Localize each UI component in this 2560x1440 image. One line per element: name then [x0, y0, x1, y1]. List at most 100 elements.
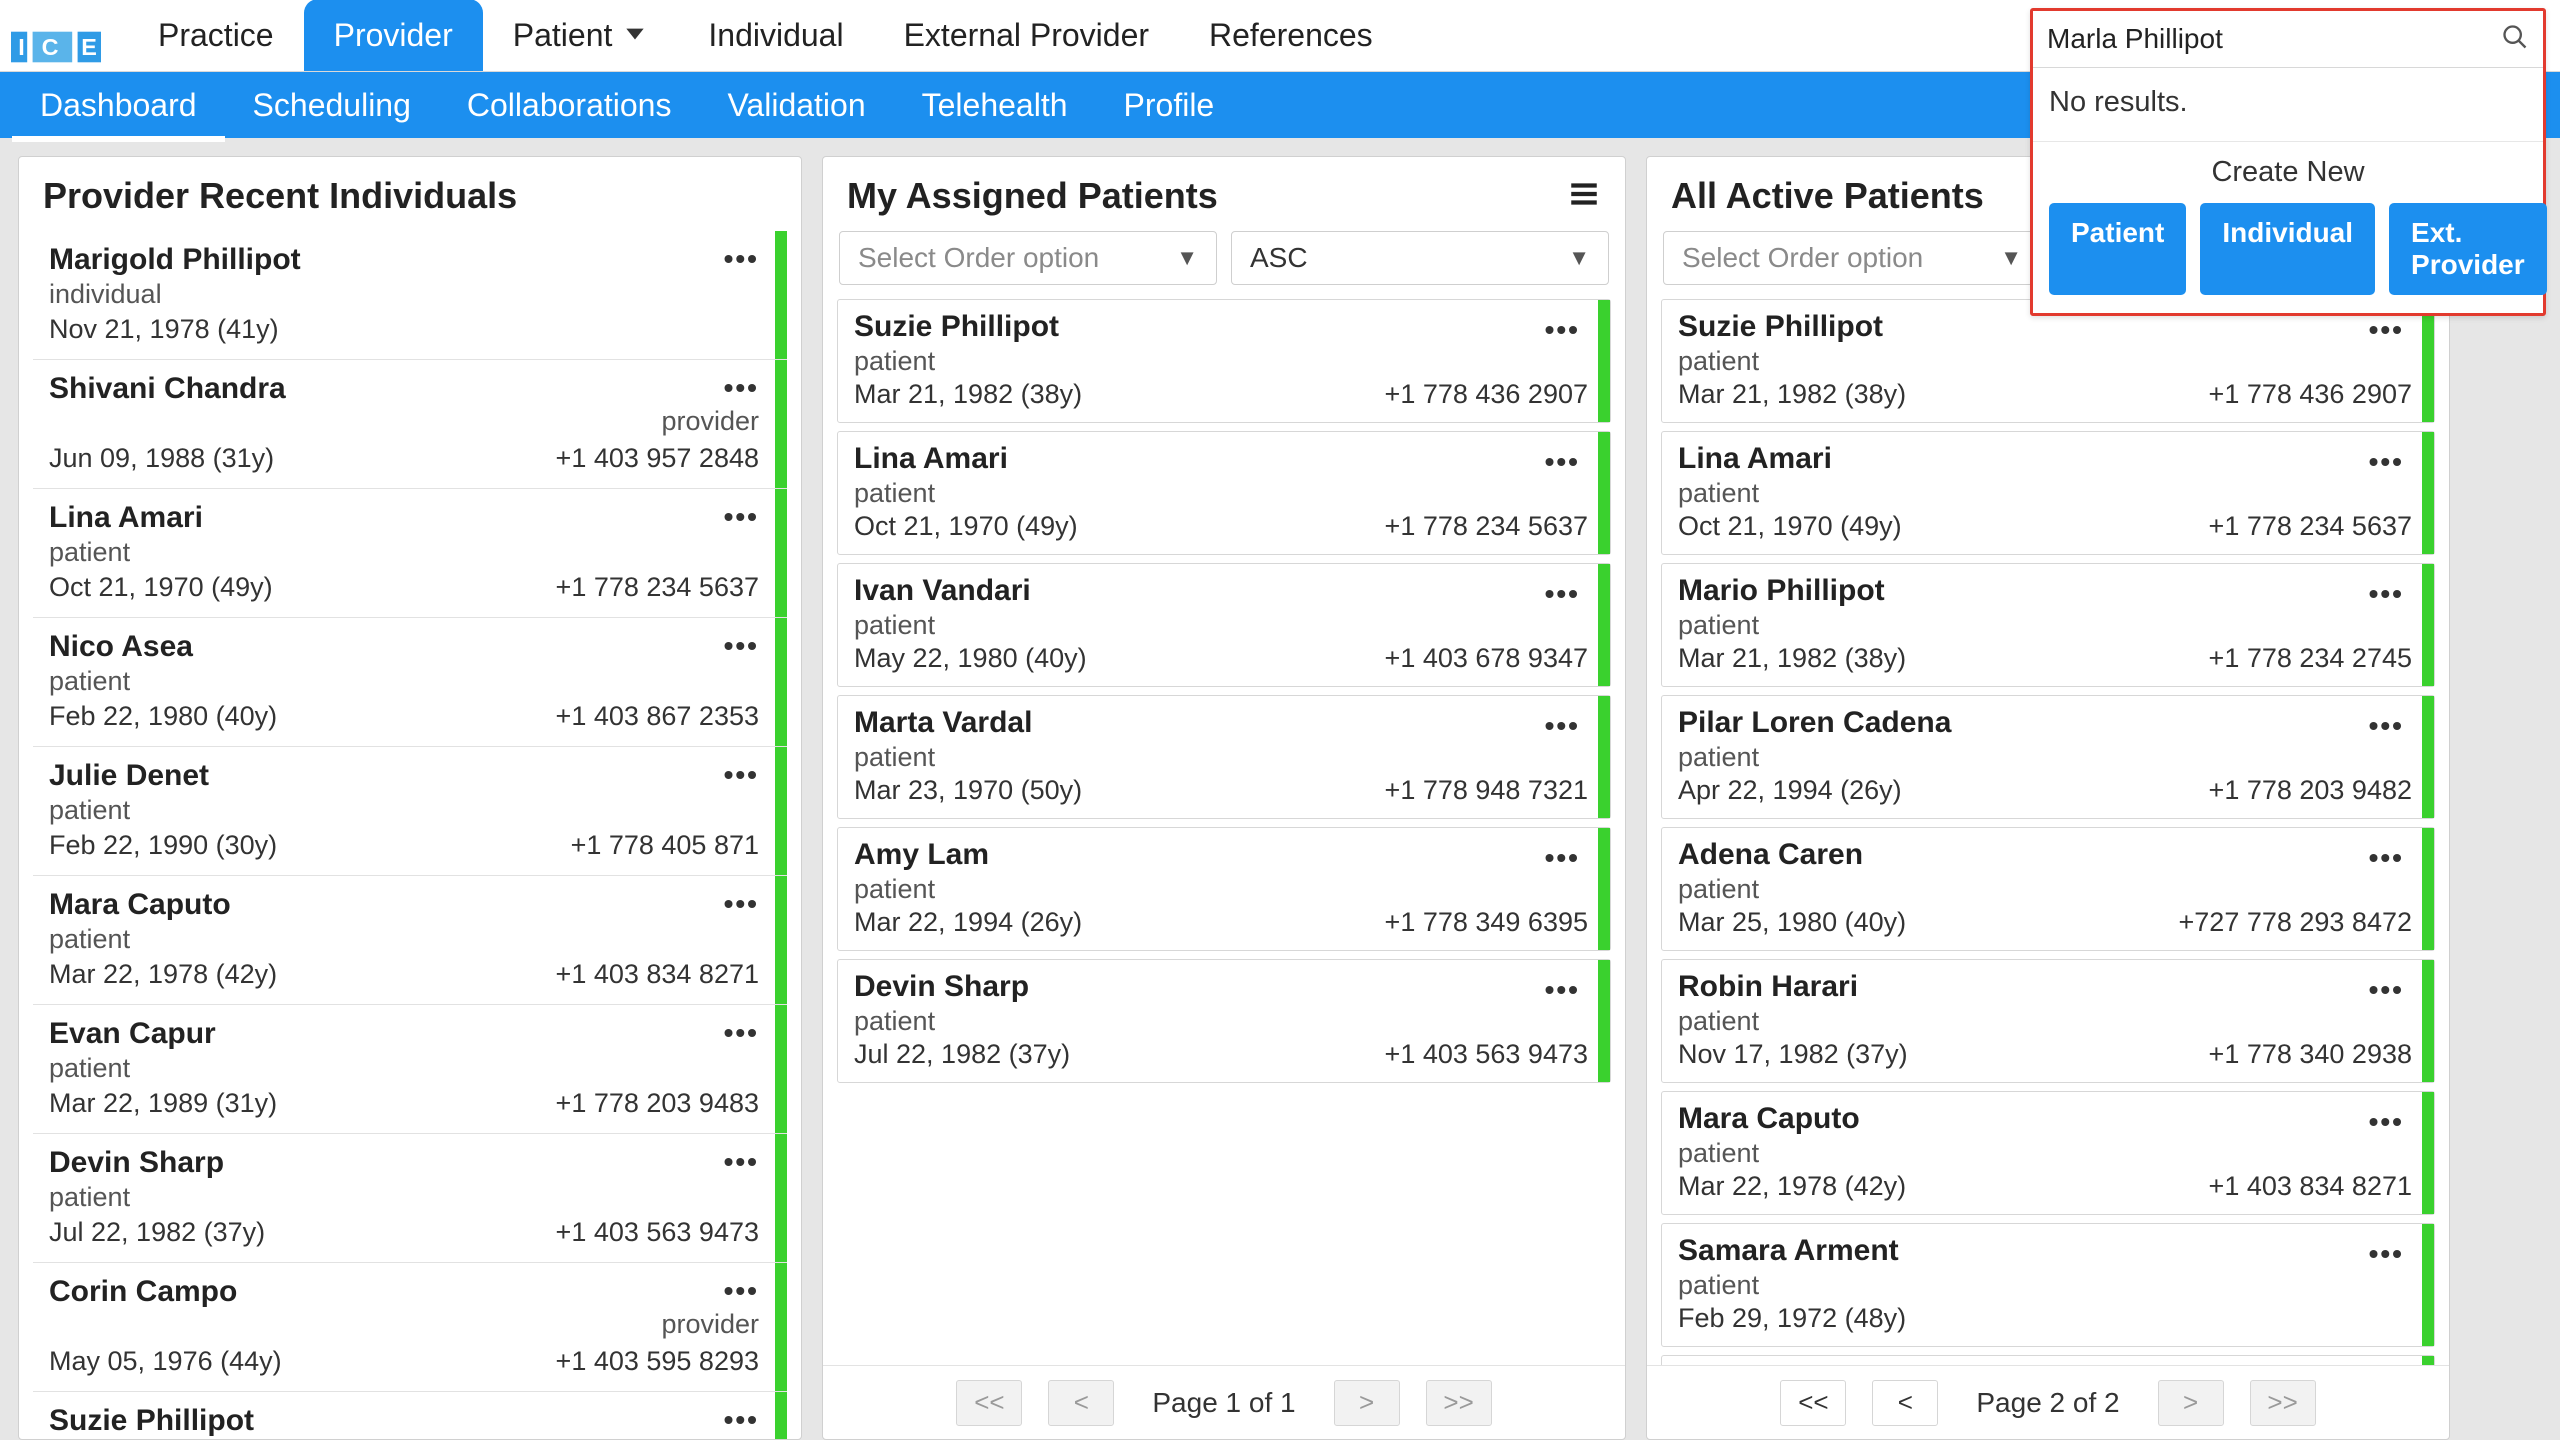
list-item[interactable]: Mara Caputo ••• patient Mar 22, 1978 (42… — [33, 876, 787, 1005]
phone: +1 403 834 8271 — [2209, 1171, 2412, 1202]
list-item[interactable]: Suzie Phillipot ••• patient Mar 21, 1982… — [837, 299, 1611, 423]
list-item[interactable]: Timothy Vardal ••• patient Mar 23, 1982 … — [1661, 1355, 2435, 1365]
status-stripe — [1598, 300, 1610, 422]
primary-tab-practice[interactable]: Practice — [128, 0, 304, 71]
row-menu-icon[interactable]: ••• — [2369, 710, 2404, 742]
row-menu-icon[interactable]: ••• — [724, 630, 759, 662]
phone: +1 778 234 2745 — [2209, 643, 2412, 674]
person-name: Lina Amari — [49, 501, 759, 535]
row-menu-icon[interactable]: ••• — [724, 888, 759, 920]
order-select[interactable]: Select Order option ▼ — [1663, 231, 2041, 285]
panel-title: Provider Recent Individuals — [43, 175, 517, 217]
row-menu-icon[interactable]: ••• — [724, 372, 759, 404]
row-menu-icon[interactable]: ••• — [724, 1275, 759, 1307]
row-menu-icon[interactable]: ••• — [724, 1404, 759, 1436]
page-first-button[interactable]: << — [956, 1380, 1022, 1426]
person-name: Evan Capur — [49, 1017, 759, 1051]
role-label: patient — [854, 742, 1588, 773]
list-item[interactable]: Corin Campo ••• provider May 05, 1976 (4… — [33, 1263, 787, 1392]
panel-menu-icon[interactable] — [1567, 177, 1601, 216]
dob: May 05, 1976 (44y) — [49, 1346, 282, 1377]
list-item[interactable]: Suzie Phillipot ••• patient Mar 21, 1982… — [33, 1392, 787, 1439]
row-menu-icon[interactable]: ••• — [2369, 842, 2404, 874]
page-last-button[interactable]: >> — [1426, 1380, 1492, 1426]
list-item[interactable]: Devin Sharp ••• patient Jul 22, 1982 (37… — [837, 959, 1611, 1083]
list-item[interactable]: Robin Harari ••• patient Nov 17, 1982 (3… — [1661, 959, 2435, 1083]
list-item[interactable]: Mario Phillipot ••• patient Mar 21, 1982… — [1661, 563, 2435, 687]
create-ext-provider-button[interactable]: Ext. Provider — [2389, 203, 2547, 295]
row-menu-icon[interactable]: ••• — [2369, 314, 2404, 346]
svg-text:I: I — [18, 34, 25, 60]
list-item[interactable]: Lina Amari ••• patient Oct 21, 1970 (49y… — [1661, 431, 2435, 555]
row-menu-icon[interactable]: ••• — [1545, 578, 1580, 610]
subnav-scheduling[interactable]: Scheduling — [225, 72, 439, 138]
row-menu-icon[interactable]: ••• — [724, 501, 759, 533]
panel-active-patients: All Active Patients Select Order option … — [1646, 156, 2450, 1440]
phone: +1 403 595 8293 — [556, 1346, 759, 1377]
page-next-button[interactable]: > — [1334, 1380, 1400, 1426]
list-item[interactable]: Marta Vardal ••• patient Mar 23, 1970 (5… — [837, 695, 1611, 819]
list-item[interactable]: Marigold Phillipot ••• individual Nov 21… — [33, 231, 787, 360]
primary-tab-provider[interactable]: Provider — [304, 0, 483, 71]
page-next-button[interactable]: > — [2158, 1380, 2224, 1426]
list-item[interactable]: Suzie Phillipot ••• patient Mar 21, 1982… — [1661, 299, 2435, 423]
page-prev-button[interactable]: < — [1872, 1380, 1938, 1426]
list-item[interactable]: Julie Denet ••• patient Feb 22, 1990 (30… — [33, 747, 787, 876]
person-name: Pilar Loren Cadena — [1678, 706, 2412, 740]
list-item[interactable]: Ivan Vandari ••• patient May 22, 1980 (4… — [837, 563, 1611, 687]
row-menu-icon[interactable]: ••• — [2369, 446, 2404, 478]
list-item[interactable]: Devin Sharp ••• patient Jul 22, 1982 (37… — [33, 1134, 787, 1263]
dob: Feb 29, 1972 (48y) — [1678, 1303, 1906, 1334]
create-patient-button[interactable]: Patient — [2049, 203, 2186, 295]
list-item[interactable]: Nico Asea ••• patient Feb 22, 1980 (40y)… — [33, 618, 787, 747]
row-menu-icon[interactable]: ••• — [1545, 974, 1580, 1006]
row-menu-icon[interactable]: ••• — [1545, 314, 1580, 346]
row-menu-icon[interactable]: ••• — [1545, 710, 1580, 742]
list-item[interactable]: Adena Caren ••• patient Mar 25, 1980 (40… — [1661, 827, 2435, 951]
row-menu-icon[interactable]: ••• — [724, 1146, 759, 1178]
search-icon[interactable] — [2501, 23, 2529, 56]
status-stripe — [2422, 300, 2434, 422]
status-stripe — [2422, 1224, 2434, 1346]
subnav-validation[interactable]: Validation — [699, 72, 893, 138]
primary-tab-individual[interactable]: Individual — [678, 0, 873, 71]
list-item[interactable]: Lina Amari ••• patient Oct 21, 1970 (49y… — [837, 431, 1611, 555]
primary-tab-external-provider[interactable]: External Provider — [874, 0, 1179, 71]
subnav-collaborations[interactable]: Collaborations — [439, 72, 700, 138]
list-item[interactable]: Mara Caputo ••• patient Mar 22, 1978 (42… — [1661, 1091, 2435, 1215]
order-select[interactable]: Select Order option ▼ — [839, 231, 1217, 285]
row-menu-icon[interactable]: ••• — [724, 759, 759, 791]
row-menu-icon[interactable]: ••• — [724, 1017, 759, 1049]
direction-select[interactable]: ASC ▼ — [1231, 231, 1609, 285]
list-item[interactable]: Pilar Loren Cadena ••• patient Apr 22, 1… — [1661, 695, 2435, 819]
global-search-input[interactable] — [2047, 17, 2501, 61]
role-label: patient — [854, 346, 1588, 377]
page-prev-button[interactable]: < — [1048, 1380, 1114, 1426]
row-menu-icon[interactable]: ••• — [724, 243, 759, 275]
person-name: Mario Phillipot — [1678, 574, 2412, 608]
role-label: provider — [661, 1309, 759, 1340]
subnav-dashboard[interactable]: Dashboard — [12, 72, 225, 138]
row-menu-icon[interactable]: ••• — [1545, 446, 1580, 478]
person-name: Lina Amari — [1678, 442, 2412, 476]
list-item[interactable]: Evan Capur ••• patient Mar 22, 1989 (31y… — [33, 1005, 787, 1134]
primary-tab-references[interactable]: References — [1179, 0, 1403, 71]
dob: Mar 21, 1982 (38y) — [1678, 643, 1906, 674]
list-item[interactable]: Amy Lam ••• patient Mar 22, 1994 (26y) +… — [837, 827, 1611, 951]
row-menu-icon[interactable]: ••• — [1545, 842, 1580, 874]
list-item[interactable]: Shivani Chandra ••• provider Jun 09, 198… — [33, 360, 787, 489]
page-last-button[interactable]: >> — [2250, 1380, 2316, 1426]
list-item[interactable]: Lina Amari ••• patient Oct 21, 1970 (49y… — [33, 489, 787, 618]
role-label: patient — [854, 1006, 1588, 1037]
subnav-profile[interactable]: Profile — [1096, 72, 1243, 138]
phone: +1 403 563 9473 — [556, 1217, 759, 1248]
create-individual-button[interactable]: Individual — [2200, 203, 2375, 295]
subnav-telehealth[interactable]: Telehealth — [894, 72, 1096, 138]
list-item[interactable]: Samara Arment ••• patient Feb 29, 1972 (… — [1661, 1223, 2435, 1347]
row-menu-icon[interactable]: ••• — [2369, 974, 2404, 1006]
primary-tab-patient[interactable]: Patient — [483, 0, 679, 71]
row-menu-icon[interactable]: ••• — [2369, 578, 2404, 610]
row-menu-icon[interactable]: ••• — [2369, 1238, 2404, 1270]
page-first-button[interactable]: << — [1780, 1380, 1846, 1426]
row-menu-icon[interactable]: ••• — [2369, 1106, 2404, 1138]
